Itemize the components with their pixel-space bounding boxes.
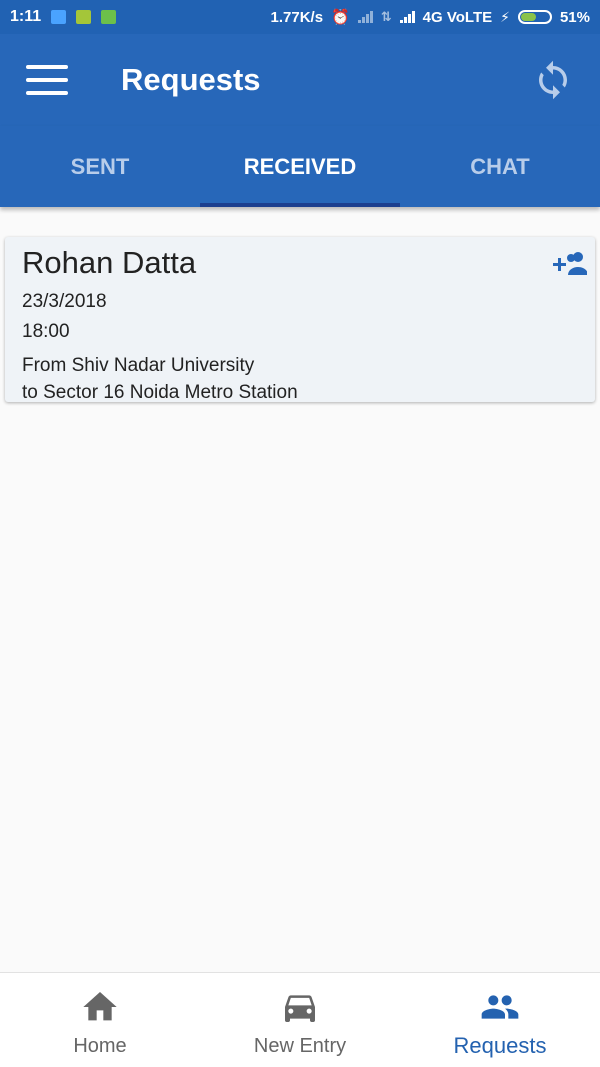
charging-icon: ⚡ — [500, 8, 510, 25]
route-to: to Sector 16 Noida Metro Station — [22, 382, 298, 403]
app-bar: Requests — [0, 34, 600, 126]
nav-home-label: Home — [73, 1035, 127, 1057]
signal-icon — [357, 11, 373, 23]
app-notification-icon — [101, 10, 117, 24]
data-transfer-icon: ⇅ — [380, 9, 392, 24]
network-type: 4G VoLTE — [422, 8, 493, 26]
tab-chat[interactable]: CHAT — [400, 126, 600, 207]
nav-new-entry-label: New Entry — [253, 1035, 347, 1057]
battery-percent: 51% — [559, 8, 590, 26]
route-from: From Shiv Nadar University — [22, 355, 255, 376]
signal-icon-2 — [399, 11, 415, 23]
requester-name: Rohan Datta — [22, 245, 197, 280]
tab-sent[interactable]: SENT — [0, 126, 200, 207]
usb-icon — [51, 10, 67, 24]
request-time: 18:00 — [22, 321, 70, 342]
tab-bar: SENT RECEIVED CHAT — [0, 126, 600, 207]
android-icon — [76, 10, 92, 24]
car-icon — [285, 995, 315, 1022]
status-time: 1:11 — [10, 8, 42, 25]
network-speed: 1.77K/s — [270, 8, 324, 26]
page-title: Requests — [121, 62, 261, 97]
status-bar: 1:11 1.77K/s ⏰ ⇅ 4G VoLTE ⚡ 51% — [0, 0, 600, 34]
nav-requests[interactable]: Requests — [400, 973, 600, 1067]
hamburger-menu-icon[interactable] — [26, 65, 68, 95]
battery-icon — [517, 10, 552, 24]
request-date: 23/3/2018 — [22, 291, 107, 312]
home-icon — [83, 992, 117, 1021]
nav-new-entry[interactable]: New Entry — [200, 973, 400, 1067]
refresh-icon[interactable] — [532, 59, 574, 101]
alarm-icon: ⏰ — [331, 9, 350, 26]
people-icon — [481, 995, 519, 1019]
add-friend-icon[interactable] — [551, 251, 587, 277]
request-card[interactable]: Rohan Datta 23/3/2018 18:00 From Shiv Na… — [5, 237, 595, 403]
bottom-navigation: Home New Entry Requests — [0, 972, 600, 1067]
nav-requests-label: Requests — [453, 1033, 547, 1058]
tab-received[interactable]: RECEIVED — [200, 126, 400, 207]
nav-home[interactable]: Home — [0, 973, 200, 1067]
